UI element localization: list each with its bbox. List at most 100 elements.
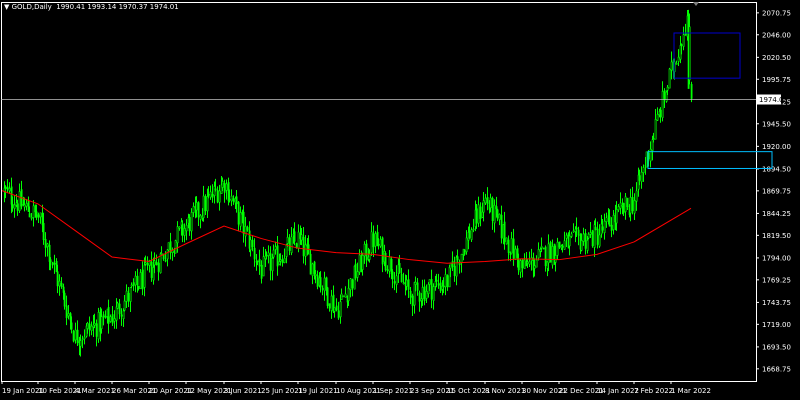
- candle-body: [594, 226, 597, 230]
- candle-body: [512, 238, 515, 259]
- candle-body: [67, 313, 70, 317]
- candle-body: [311, 263, 314, 276]
- candle-body: [528, 261, 531, 265]
- candle-body: [319, 277, 322, 288]
- candle-body: [83, 336, 86, 340]
- candle-body: [199, 215, 202, 220]
- candle-body: [56, 271, 59, 287]
- candle-body: [125, 290, 128, 302]
- candle-body: [421, 287, 424, 300]
- candle-body: [95, 323, 98, 337]
- candle-body: [281, 259, 284, 264]
- candle-body: [290, 236, 293, 253]
- candle-body: [537, 249, 540, 259]
- candle-body: [465, 237, 468, 253]
- candle-body: [377, 243, 380, 246]
- x-tick-label: 19 Jul 2021: [298, 387, 338, 395]
- candle-body: [605, 217, 608, 222]
- candle-body: [232, 198, 235, 202]
- candle-body: [468, 230, 471, 239]
- candle-body: [51, 261, 54, 266]
- y-tick-label: 2046.00: [762, 31, 791, 39]
- candle-body: [337, 310, 340, 319]
- candle-body: [249, 239, 252, 251]
- candle-body: [202, 195, 205, 218]
- candle-body: [386, 269, 389, 271]
- x-tick-label: 4 Mar 2021: [75, 387, 115, 395]
- candle-body: [374, 233, 377, 247]
- candle-body: [370, 231, 373, 253]
- candle-body: [495, 206, 498, 210]
- candle-body: [565, 234, 568, 239]
- candle-body: [619, 202, 622, 209]
- candle-body: [97, 312, 100, 340]
- candle-body: [251, 239, 254, 248]
- candle-body: [493, 205, 496, 224]
- candle-body: [111, 314, 114, 324]
- candle-body: [225, 183, 228, 191]
- candle-body: [246, 227, 249, 231]
- candle-body: [183, 228, 186, 236]
- candle-body: [463, 249, 466, 255]
- candle-body: [414, 281, 417, 285]
- candle-body: [297, 231, 300, 249]
- candle-body: [143, 264, 146, 288]
- candle-body: [190, 212, 193, 232]
- candle-body: [109, 316, 112, 322]
- candle-body: [368, 253, 371, 260]
- candle-body: [491, 197, 494, 221]
- candle-body: [642, 167, 645, 173]
- candle-body: [302, 236, 305, 257]
- candle-body: [178, 226, 181, 229]
- candle-body: [570, 233, 573, 237]
- x-tick-label: 1 Sep 2021: [373, 387, 413, 395]
- x-tick-label: 1 Mar 2022: [671, 387, 711, 395]
- candle-body: [188, 217, 191, 232]
- candle-body: [688, 26, 691, 81]
- y-tick-label: 1719.00: [762, 321, 791, 329]
- candle-body: [207, 193, 210, 196]
- candle-body: [127, 292, 130, 302]
- candle-body: [690, 84, 693, 99]
- candle-body: [235, 196, 238, 205]
- candle-body: [76, 329, 79, 344]
- candle-body: [388, 256, 391, 272]
- candle-body: [104, 316, 107, 319]
- current-price-label: 1974.01: [759, 96, 788, 104]
- candle-body: [400, 274, 403, 283]
- candle-body: [6, 186, 9, 190]
- candle-body: [398, 263, 401, 274]
- chart-window[interactable]: ▼ GOLD,Daily 1990.41 1993.14 1970.37 197…: [0, 0, 800, 400]
- candle-body: [428, 279, 431, 285]
- candle-body: [365, 243, 368, 261]
- candle-body: [675, 62, 678, 65]
- candle-body: [326, 287, 329, 306]
- candle-body: [283, 258, 286, 263]
- candle-body: [35, 211, 38, 218]
- candle-body: [601, 226, 604, 231]
- price-chart[interactable]: 2070.752046.002020.501995.751970.251945.…: [0, 0, 800, 400]
- candle-body: [416, 282, 419, 291]
- candle-body: [622, 203, 625, 214]
- candle-body: [652, 138, 655, 140]
- candle-body: [572, 230, 575, 233]
- candle-body: [42, 223, 45, 240]
- candle-body: [304, 244, 307, 257]
- lower-zone-box: [647, 151, 773, 169]
- candle-body: [430, 279, 433, 300]
- candle-body: [666, 86, 669, 91]
- candle-body: [523, 259, 526, 269]
- candle-body: [608, 216, 611, 227]
- candle-body: [272, 249, 275, 258]
- candle-body: [267, 252, 270, 256]
- candle-body: [540, 246, 543, 249]
- candle-body: [137, 285, 140, 290]
- candle-body: [309, 253, 312, 275]
- candle-body: [535, 259, 538, 268]
- candle-body: [472, 228, 475, 231]
- candle-body: [633, 200, 636, 214]
- y-tick-label: 2070.75: [762, 9, 791, 17]
- candle-body: [265, 254, 268, 257]
- candle-body: [482, 200, 485, 213]
- y-tick-label: 1894.50: [762, 165, 791, 173]
